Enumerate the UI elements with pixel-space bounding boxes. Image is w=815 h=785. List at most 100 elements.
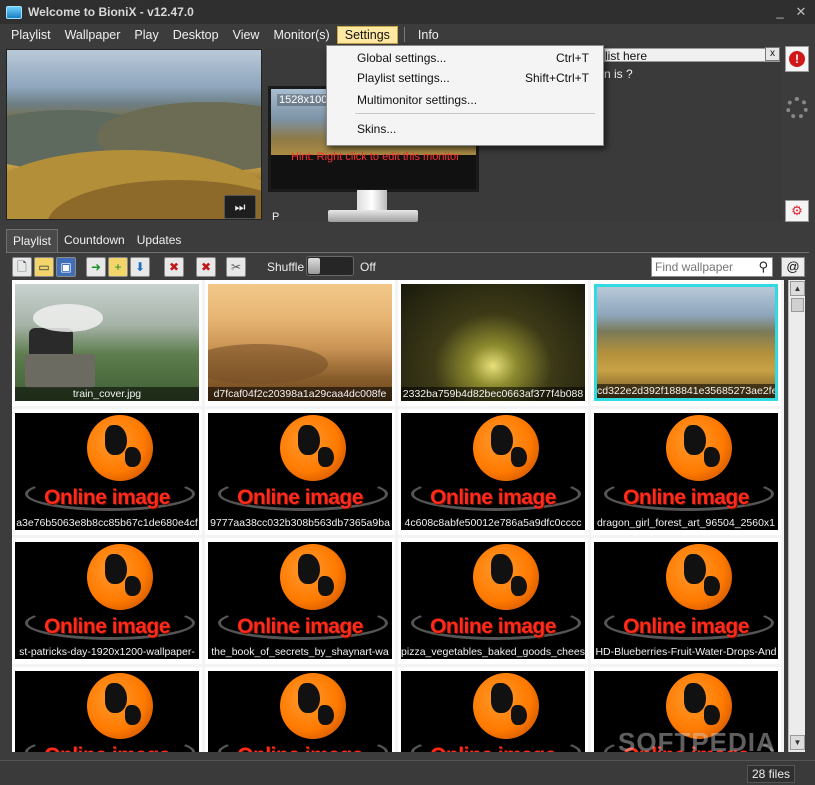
save-icon: ▣ [60,260,72,274]
menu-item-label: Skins... [357,122,397,136]
grid-scrollbar[interactable]: ▲ ▼ [788,280,805,752]
menu-item-label: Multimonitor settings... [357,93,478,107]
remove-all-button[interactable]: ✖ [196,257,216,277]
online-search-button[interactable]: @ [781,257,805,277]
thumbnail-item[interactable]: d7fcaf04f2c20398a1a29caa4dc008fe [205,280,395,406]
thumbnail-item[interactable]: Online image pizza_vegetables_baked_good… [398,538,588,664]
monitor-stand-neck [357,190,387,210]
thumbnail-item[interactable]: Online image 9777aa38cc032b308b563db7365… [205,409,395,535]
menu-global-settings[interactable]: Global settings... Ctrl+T [327,48,603,68]
alert-button[interactable]: ! [785,46,809,72]
online-image-label: Online image [237,486,363,509]
online-image-label: Online image [237,615,363,638]
online-globe-icon [280,544,346,610]
menu-separator [403,27,405,42]
thumbnail-image: Online image the_book_of_secrets_by_shay… [208,542,392,659]
menu-skins[interactable]: Skins... [327,119,603,139]
menu-info[interactable]: Info [411,27,446,43]
new-playlist-button[interactable]: 🗋 [12,257,32,277]
menu-separator [355,113,595,114]
thumbnail-item[interactable]: Online image [12,667,202,752]
thumbnail-item[interactable]: Online image the_book_of_secrets_by_shay… [205,538,395,664]
close-window-button[interactable]: ✕ [793,4,809,20]
title-bar: Welcome to BioniX - v12.47.0 _ ✕ [0,0,815,24]
next-wallpaper-button[interactable]: ⏭ [224,195,256,219]
thumbnail-item[interactable]: Online image [398,667,588,752]
monitor-p-label: P [272,211,280,223]
menu-view[interactable]: View [226,27,267,43]
playlist-toolbar: 🗋 ▭ ▣ ➜ + ⬇ ✖ ✖ ✂ Shuffle Off ⚲ @ [6,252,809,280]
save-playlist-button[interactable]: ▣ [56,257,76,277]
files-count: 28 files [746,765,795,783]
tab-playlist[interactable]: Playlist [6,229,59,252]
shuffle-toggle[interactable] [306,256,354,276]
menu-desktop[interactable]: Desktop [166,27,226,43]
thumbnail-item[interactable]: 2332ba759b4d82bec0663af377f4b088 [398,280,588,406]
wallpaper-preview[interactable] [6,49,262,220]
menu-bar: Playlist Wallpaper Play Desktop View Mon… [0,24,815,45]
add-files-button[interactable]: ➜ [86,257,106,277]
bionix-app-icon [6,5,22,19]
add-folder-icon: + [114,260,122,274]
scroll-up-icon[interactable]: ▲ [790,281,805,296]
minimize-button[interactable]: _ [772,4,788,20]
tab-countdown[interactable]: Countdown [58,229,131,252]
menu-wallpaper[interactable]: Wallpaper [58,27,128,43]
online-globe-icon [87,673,153,739]
steam-shape [33,304,103,332]
menu-monitors[interactable]: Monitor(s) [266,27,336,43]
monitor-settings-button[interactable]: ⚙ [785,200,809,222]
menu-play[interactable]: Play [127,27,165,43]
thumbnail-item[interactable]: Online image HD-Blueberries-Fruit-Water-… [591,538,781,664]
thumbnail-caption: dragon_girl_forest_art_96504_2560x1 [594,516,778,530]
menu-playlist[interactable]: Playlist [4,27,58,43]
thumbnail-image: cd322e2d392f188841e35685273ae2fe [594,284,778,401]
thumbnail-item[interactable]: Online image 4c608c8abfe50012e786a5a9dfc… [398,409,588,535]
online-image-label: Online image [15,744,199,752]
exclamation-icon: ! [789,51,805,67]
remove-all-icon: ✖ [200,260,212,274]
scroll-thumb[interactable] [791,298,804,312]
strip-close-button[interactable]: x [765,47,780,61]
menu-item-shortcut: Shift+Ctrl+T [524,71,589,85]
gears-icon: ⚙ [791,203,803,218]
scroll-down-icon[interactable]: ▼ [790,735,805,750]
tab-bar: Playlist Countdown Updates [6,229,187,252]
search-icon[interactable]: ⚲ [758,259,768,275]
thumbnail-image: Online image [208,671,392,752]
softpedia-watermark: SOFTPEDIA [618,727,776,757]
thumbnail-item[interactable]: Online image dragon_girl_forest_art_9650… [591,409,781,535]
thumbnail-item-selected[interactable]: cd322e2d392f188841e35685273ae2fe [591,280,781,406]
online-image-label: Online image [44,486,170,509]
tools-icon: ✂ [230,260,242,274]
thumbnail-caption: pizza_vegetables_baked_goods_chees [401,645,585,659]
folder-icon: ▭ [38,260,50,274]
online-image-label: Online image [430,486,556,509]
thumbnail-grid: train_cover.jpg d7fcaf04f2c20398a1a29caa… [12,280,784,752]
add-file-icon: ➜ [90,260,102,274]
tools-button[interactable]: ✂ [226,257,246,277]
playlist-strip-text: list here [605,49,648,63]
online-globe-icon [666,415,732,481]
thumbnail-item[interactable]: Online image [205,667,395,752]
menu-playlist-settings[interactable]: Playlist settings... Shift+Ctrl+T [327,68,603,88]
online-image-label: Online image [208,744,392,752]
online-globe-icon [473,544,539,610]
thumbnail-item[interactable]: Online image a3e76b5063e8b8cc85b67c1de68… [12,409,202,535]
online-globe-icon [87,544,153,610]
remove-item-button[interactable]: ✖ [164,257,184,277]
online-image-label: Online image [44,615,170,638]
tab-updates[interactable]: Updates [131,229,188,252]
thumbnail-caption: 4c608c8abfe50012e786a5a9dfc0cccc [401,516,585,530]
find-wallpaper-input[interactable] [652,258,752,276]
thumbnail-item[interactable]: Online image st-patricks-day-1920x1200-w… [12,538,202,664]
menu-multimonitor-settings[interactable]: Multimonitor settings... [327,90,603,110]
add-folder-button[interactable]: + [108,257,128,277]
open-playlist-button[interactable]: ▭ [34,257,54,277]
thumbnail-item[interactable]: train_cover.jpg [12,280,202,406]
thumbnail-caption: cd322e2d392f188841e35685273ae2fe [597,384,775,398]
menu-settings[interactable]: Settings [336,25,398,44]
download-button[interactable]: ⬇ [130,257,150,277]
toggle-knob [308,258,320,274]
shuffle-label: Shuffle [267,260,305,274]
